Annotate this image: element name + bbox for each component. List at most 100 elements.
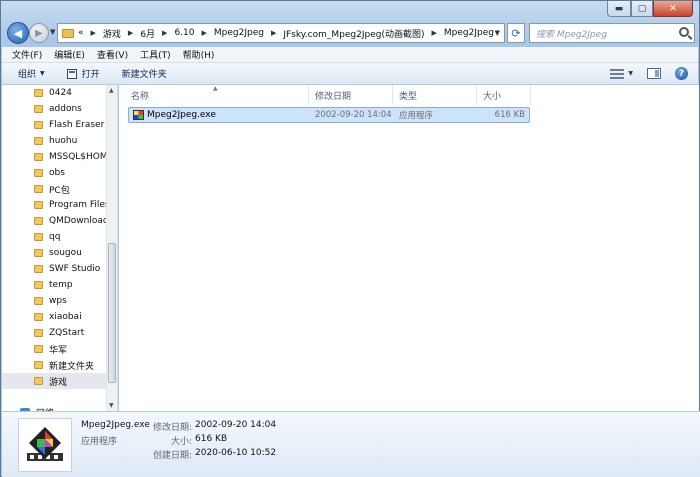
application-icon [133, 110, 144, 120]
folder-icon [34, 233, 43, 241]
nav-item-folder[interactable]: sougou [2, 245, 106, 261]
nav-item-folder[interactable]: xiaobai [2, 309, 106, 325]
file-name: Mpeg2Jpeg.exe [147, 110, 216, 120]
breadcrumb-item[interactable]: Mpeg2Jpeg [444, 28, 494, 38]
file-row[interactable]: Mpeg2Jpeg.exe 2002-09-20 14:04 应用程序 616 … [128, 107, 530, 123]
scroll-up-icon[interactable]: ▲ [109, 87, 114, 94]
breadcrumb-separator-icon[interactable]: ▶ [271, 29, 276, 37]
column-type[interactable]: 类型 [393, 85, 477, 105]
nav-item-folder[interactable]: obs [2, 165, 106, 181]
column-header: 名称 修改日期 类型 大小 ▲ [119, 85, 699, 105]
search-icon[interactable] [679, 27, 689, 37]
address-bar[interactable]: « ▶ 游戏 ▶ 6月 ▶ 6.10 ▶ Mpeg2Jpeg ▶ JFsky.c… [57, 23, 505, 43]
breadcrumb: « ▶ 游戏 ▶ 6月 ▶ 6.10 ▶ Mpeg2Jpeg ▶ JFsky.c… [78, 27, 494, 40]
nav-item-folder[interactable]: addons [2, 101, 106, 117]
nav-item-folder[interactable]: 0424 [2, 85, 106, 101]
folder-icon [34, 249, 43, 257]
view-options-icon[interactable] [610, 68, 625, 79]
address-row: ◀ ▶ ▼ « ▶ 游戏 ▶ 6月 ▶ 6.10 ▶ Mpeg2Jpeg ▶ J… [5, 19, 695, 47]
folder-icon [34, 345, 43, 353]
menu-edit[interactable]: 编辑(E) [54, 48, 85, 61]
folder-icon [34, 169, 43, 177]
details-size-value: 616 KB [195, 434, 228, 444]
menu-file[interactable]: 文件(F) [12, 48, 42, 61]
file-list: 名称 修改日期 类型 大小 ▲ Mpeg2Jpeg.exe 2002-09-20… [119, 85, 699, 411]
breadcrumb-separator-icon[interactable]: ▶ [128, 29, 133, 37]
breadcrumb-item[interactable]: 游戏 [103, 27, 121, 40]
details-modified-value: 2002-09-20 14:04 [195, 420, 277, 430]
organize-button[interactable]: 组织 ▼ [18, 67, 45, 80]
folder-icon [34, 137, 43, 145]
folder-icon [34, 377, 43, 385]
nav-item-folder[interactable]: Flash Eraser [2, 117, 106, 133]
new-folder-button[interactable]: 新建文件夹 [122, 67, 167, 80]
scrollbar-thumb[interactable] [108, 243, 116, 383]
breadcrumb-item[interactable]: JFsky.com_Mpeg2Jpeg(动画截图) [283, 27, 424, 40]
menu-help[interactable]: 帮助(H) [183, 48, 215, 61]
nav-item-folder[interactable]: MSSQL$HOM [2, 149, 106, 165]
breadcrumb-item[interactable]: 6月 [140, 27, 155, 40]
menu-view[interactable]: 查看(V) [97, 48, 128, 61]
view-dropdown-icon[interactable]: ▼ [628, 70, 633, 77]
nav-item-folder[interactable]: ZQStart [2, 325, 106, 341]
refresh-button[interactable]: ⟳ [507, 23, 525, 43]
open-label: 打开 [81, 70, 100, 80]
breadcrumb-separator-icon[interactable]: ▶ [162, 29, 167, 37]
open-button[interactable]: 打开 [66, 67, 100, 80]
organize-label: 组织 [18, 70, 37, 80]
folder-icon [34, 297, 43, 305]
sort-up-icon: ▲ [213, 85, 218, 92]
recent-pages-dropdown[interactable]: ▼ [50, 28, 55, 36]
nav-item-folder[interactable]: 华军 [2, 341, 106, 357]
nav-item-folder[interactable]: QMDownload [2, 213, 106, 229]
search-input[interactable]: 搜索 Mpeg2Jpeg [529, 23, 695, 43]
nav-item-folder[interactable]: huohu [2, 133, 106, 149]
breadcrumb-overflow[interactable]: « [78, 28, 84, 38]
preview-pane-icon[interactable] [647, 68, 661, 79]
maximize-button[interactable]: ▢ [631, 1, 653, 17]
folder-icon [34, 185, 43, 193]
help-icon[interactable]: ? [675, 67, 688, 80]
forward-button[interactable]: ▶ [29, 23, 49, 43]
column-size[interactable]: 大小 [477, 85, 531, 105]
scroll-down-icon[interactable]: ▼ [109, 402, 114, 409]
column-modified[interactable]: 修改日期 [309, 85, 393, 105]
close-button[interactable]: ✕ [653, 1, 693, 17]
folder-icon [34, 281, 43, 289]
nav-item-folder[interactable]: SWF Studio [2, 261, 106, 277]
breadcrumb-item[interactable]: 6.10 [174, 28, 194, 38]
folder-icon [34, 121, 43, 129]
breadcrumb-separator-icon[interactable]: ▶ [431, 29, 436, 37]
nav-item-folder[interactable]: wps [2, 293, 106, 309]
breadcrumb-item[interactable]: Mpeg2Jpeg [214, 28, 264, 38]
nav-item-folder[interactable]: qq [2, 229, 106, 245]
breadcrumb-separator-icon[interactable]: ▶ [201, 29, 206, 37]
address-dropdown-icon[interactable]: ▼ [495, 29, 500, 37]
folder-icon [34, 201, 43, 209]
folder-icon [62, 28, 74, 38]
details-size-label: 大小: [170, 437, 192, 447]
breadcrumb-separator-icon[interactable]: ▶ [91, 29, 96, 37]
file-modified: 2002-09-20 14:04 [315, 110, 392, 120]
refresh-icon: ⟳ [511, 26, 521, 40]
back-button[interactable]: ◀ [7, 22, 29, 44]
details-file-type: 应用程序 [81, 437, 118, 447]
menu-tools[interactable]: 工具(T) [140, 48, 171, 61]
nav-item-selected[interactable]: 游戏 [2, 373, 106, 389]
nav-scrollbar[interactable]: ▲ ▼ [106, 85, 117, 411]
chevron-down-icon: ▼ [40, 70, 45, 77]
folder-icon [34, 153, 43, 161]
details-file-name: Mpeg2Jpeg.exe [81, 420, 150, 430]
application-icon [27, 427, 63, 461]
nav-item-folder[interactable]: Program Files [2, 197, 106, 213]
nav-item-folder[interactable]: 新建文件夹 [2, 357, 106, 373]
folder-icon [34, 105, 43, 113]
nav-item-folder[interactable]: PC包 [2, 181, 106, 197]
folder-icon [34, 361, 43, 369]
folder-icon [34, 313, 43, 321]
minimize-button[interactable]: ▬ [607, 1, 631, 17]
new-folder-label: 新建文件夹 [121, 70, 167, 80]
file-type: 应用程序 [399, 111, 434, 121]
folder-icon [34, 265, 43, 273]
nav-item-folder[interactable]: temp [2, 277, 106, 293]
